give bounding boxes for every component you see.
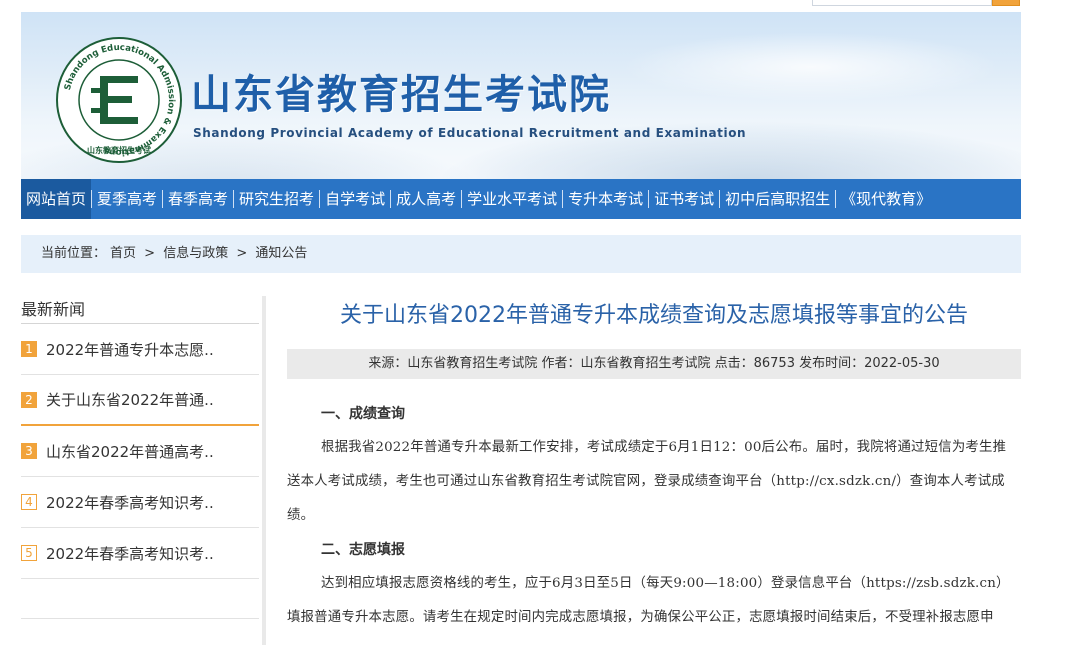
nav-item-vocational-admission[interactable]: 初中后高职招生 xyxy=(720,179,835,219)
news-rank-badge: 5 xyxy=(21,545,37,561)
sidebar-footer-space xyxy=(21,579,259,619)
site-logo-icon[interactable]: Shandong Educational Admission & Examina… xyxy=(55,36,183,164)
article: 关于山东省2022年普通专升本成绩查询及志愿填报等事宜的公告 来源：山东省教育招… xyxy=(287,296,1021,635)
article-meta: 来源：山东省教育招生考试院 作者：山东省教育招生考试院 点击：86753 发布时… xyxy=(287,349,1021,379)
breadcrumb-prefix: 当前位置： xyxy=(41,246,107,261)
news-list-item[interactable]: 4 2022年春季高考知识考.. xyxy=(21,477,259,528)
news-rank-badge: 4 xyxy=(21,494,37,510)
nav-item-spring-exam[interactable]: 春季高考 xyxy=(163,179,233,219)
breadcrumb-item-notices[interactable]: 通知公告 xyxy=(255,246,307,261)
nav-item-self-study-exam[interactable]: 自学考试 xyxy=(320,179,390,219)
search-button[interactable] xyxy=(992,0,1020,6)
breadcrumb-item-home[interactable]: 首页 xyxy=(110,246,136,261)
main-nav: 网站首页 夏季高考 春季高考 研究生招考 自学考试 成人高考 学业水平考试 专升… xyxy=(21,179,1021,219)
breadcrumb-separator: > xyxy=(144,246,156,261)
nav-item-graduate-exam[interactable]: 研究生招考 xyxy=(234,179,319,219)
news-rank-badge: 2 xyxy=(21,391,37,408)
news-rank-badge: 1 xyxy=(21,341,37,357)
breadcrumb-item-policy[interactable]: 信息与政策 xyxy=(163,246,228,261)
news-title-link[interactable]: 关于山东省2022年普通.. xyxy=(46,389,214,410)
article-body: 一、成绩查询 根据我省2022年普通专升本最新工作安排，考试成绩定于6月1日12… xyxy=(287,397,1021,635)
nav-item-home[interactable]: 网站首页 xyxy=(21,179,92,219)
section-heading-application: 二、志愿填报 xyxy=(321,542,405,558)
latest-news-sidebar: 最新新闻 1 2022年普通专升本志愿.. 2 关于山东省2022年普通.. 3… xyxy=(21,296,259,619)
news-title-link[interactable]: 2022年春季高考知识考.. xyxy=(46,543,214,564)
breadcrumb-separator: > xyxy=(236,246,248,261)
site-title: 山东省教育招生考试院 xyxy=(191,72,611,118)
nav-item-upgrade-exam[interactable]: 专升本考试 xyxy=(563,179,648,219)
news-rank-badge: 3 xyxy=(21,443,37,459)
nav-item-certificate-exam[interactable]: 证书考试 xyxy=(649,179,719,219)
section-heading-scores: 一、成绩查询 xyxy=(321,406,405,422)
breadcrumb: 当前位置： 首页 > 信息与政策 > 通知公告 xyxy=(21,235,1021,273)
news-list-item[interactable]: 5 2022年春季高考知识考.. xyxy=(21,528,259,579)
section-text-application: 达到相应填报志愿资格线的考生，应于6月3日至5日（每天9:00—18:00）登录… xyxy=(287,576,1010,625)
logo-bottom-text: 山东教育招生考试 xyxy=(87,145,151,155)
news-list-item-active[interactable]: 2 关于山东省2022年普通.. xyxy=(21,375,259,426)
news-title-link[interactable]: 山东省2022年普通高考.. xyxy=(46,441,214,462)
nav-item-modern-education[interactable]: 《现代教育》 xyxy=(836,179,936,219)
header-banner: Shandong Educational Admission & Examina… xyxy=(21,12,1021,179)
news-title-link[interactable]: 2022年普通专升本志愿.. xyxy=(46,339,214,360)
sidebar-divider xyxy=(262,296,266,645)
nav-item-adult-exam[interactable]: 成人高考 xyxy=(391,179,461,219)
section-text-scores: 根据我省2022年普通专升本最新工作安排，考试成绩定于6月1日12：00后公布。… xyxy=(287,440,1007,523)
news-list-item[interactable]: 3 山东省2022年普通高考.. xyxy=(21,426,259,477)
search-input[interactable] xyxy=(812,0,992,6)
nav-item-summer-exam[interactable]: 夏季高考 xyxy=(92,179,162,219)
site-subtitle-en: Shandong Provincial Academy of Education… xyxy=(193,126,747,140)
sidebar-title: 最新新闻 xyxy=(21,296,259,324)
banner-cloud xyxy=(621,32,1001,102)
news-title-link[interactable]: 2022年春季高考知识考.. xyxy=(46,492,214,513)
news-list-item[interactable]: 1 2022年普通专升本志愿.. xyxy=(21,324,259,375)
nav-item-proficiency-exam[interactable]: 学业水平考试 xyxy=(462,179,562,219)
article-title: 关于山东省2022年普通专升本成绩查询及志愿填报等事宜的公告 xyxy=(340,303,968,328)
